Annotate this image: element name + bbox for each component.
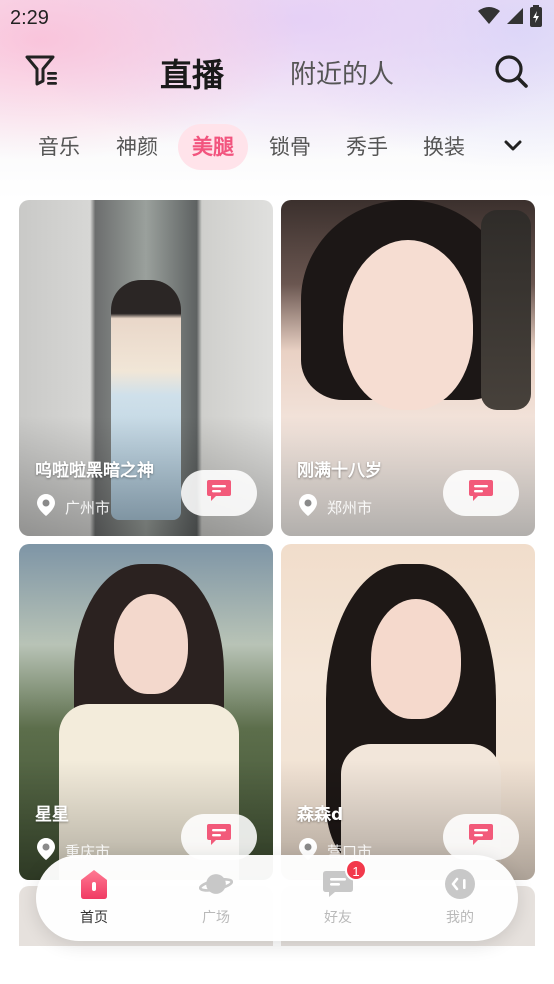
bottom-nav: 首页 广场 1 好友 我的 <box>36 855 518 941</box>
live-card[interactable]: 刚满十八岁 郑州市 <box>281 200 535 536</box>
card-name: 呜啦啦黑暗之神 <box>35 461 154 481</box>
more-categories-button[interactable] <box>498 132 528 162</box>
chevron-down-icon <box>503 138 523 157</box>
chat-button[interactable] <box>181 470 257 516</box>
card-name: 森森d <box>297 805 344 825</box>
search-icon <box>493 53 529 93</box>
chat-button[interactable] <box>443 470 519 516</box>
top-header: 直播 附近的人 <box>0 40 554 104</box>
live-card[interactable]: 呜啦啦黑暗之神 广州市 <box>19 200 273 536</box>
search-button[interactable] <box>490 52 532 94</box>
planet-icon <box>199 867 233 901</box>
chat-button[interactable] <box>443 814 519 860</box>
home-icon <box>77 867 111 901</box>
filter-icon <box>24 53 60 91</box>
message-icon: 1 <box>321 859 367 901</box>
card-name: 星星 <box>35 805 69 825</box>
filter-button[interactable] <box>22 52 62 92</box>
category-outfit[interactable]: 换装 <box>423 124 465 170</box>
card-name: 刚满十八岁 <box>297 461 382 481</box>
category-collarbone[interactable]: 锁骨 <box>269 124 311 170</box>
location-pin-icon <box>299 494 317 520</box>
category-legs[interactable]: 美腿 <box>178 124 248 170</box>
status-bar: 2:29 <box>0 0 554 36</box>
card-city: 郑州市 <box>327 498 373 517</box>
wifi-icon <box>478 7 500 29</box>
category-music[interactable]: 音乐 <box>38 124 80 170</box>
chat-bubble-icon <box>206 823 232 851</box>
card-location: 广州市 <box>37 494 111 520</box>
signal-icon <box>506 7 524 29</box>
card-photo <box>371 599 461 719</box>
nav-home-label: 首页 <box>80 910 108 926</box>
nav-profile-label: 我的 <box>446 910 474 926</box>
category-tabs: 音乐 神颜 美腿 锁骨 秀手 换装 <box>0 124 554 170</box>
card-photo <box>114 594 188 694</box>
chat-bubble-icon <box>468 479 494 507</box>
card-location: 郑州市 <box>299 494 373 520</box>
chat-button[interactable] <box>181 814 257 860</box>
live-card[interactable]: 星星 重庆市 <box>19 544 273 880</box>
nav-square-label: 广场 <box>202 910 230 926</box>
chat-bubble-icon <box>468 823 494 851</box>
card-photo <box>343 240 473 410</box>
nav-profile[interactable]: 我的 <box>415 867 505 933</box>
status-icons <box>478 5 542 31</box>
category-hands[interactable]: 秀手 <box>346 124 388 170</box>
nav-square[interactable]: 广场 <box>171 867 261 933</box>
tab-nearby[interactable]: 附近的人 <box>290 54 394 91</box>
location-pin-icon <box>37 838 55 864</box>
tab-live[interactable]: 直播 <box>160 50 224 96</box>
card-city: 广州市 <box>65 498 111 517</box>
status-time: 2:29 <box>10 6 49 29</box>
category-beauty[interactable]: 神颜 <box>116 124 158 170</box>
nav-friends[interactable]: 1 好友 <box>293 859 383 933</box>
profile-icon <box>443 867 477 901</box>
unread-badge: 1 <box>345 859 367 881</box>
location-pin-icon <box>37 494 55 520</box>
nav-friends-label: 好友 <box>324 910 352 926</box>
live-card[interactable]: 森森d 营口市 <box>281 544 535 880</box>
chat-bubble-icon <box>206 479 232 507</box>
battery-icon <box>530 5 542 31</box>
nav-home[interactable]: 首页 <box>49 867 139 933</box>
